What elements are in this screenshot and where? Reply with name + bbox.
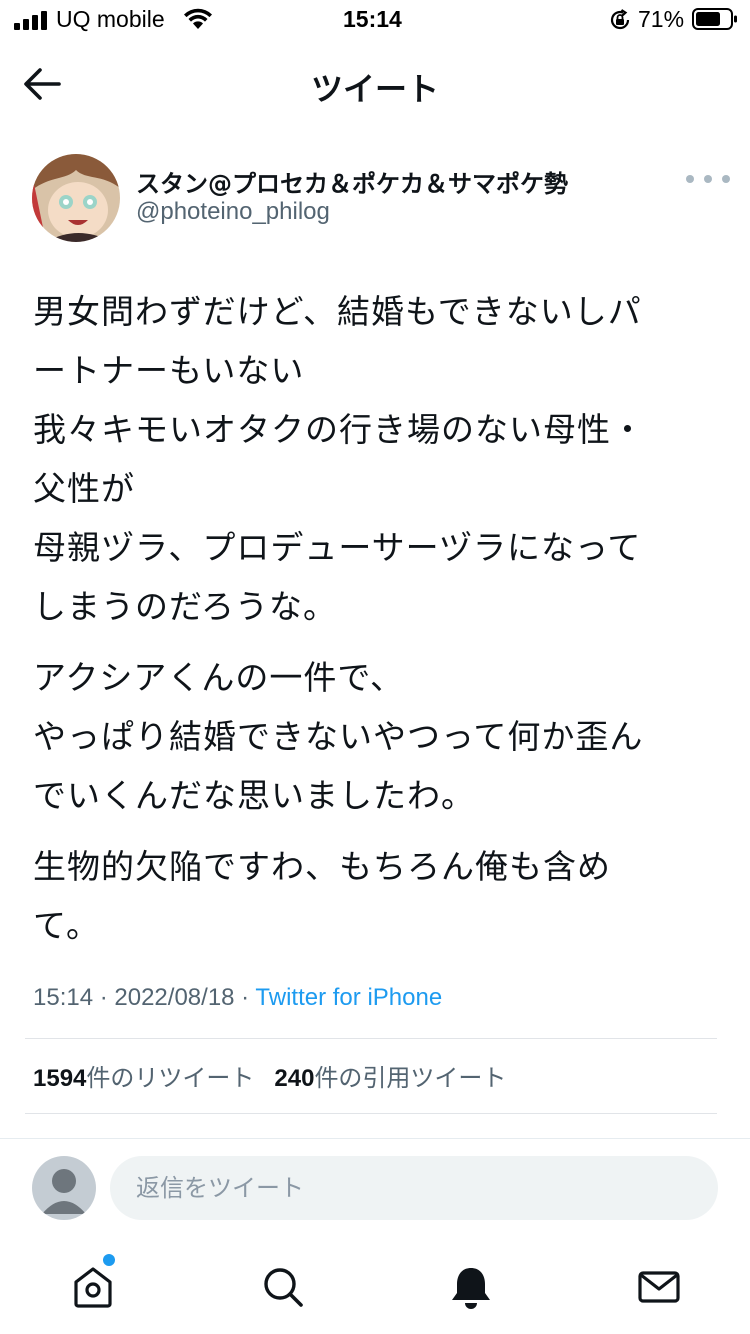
quotes-count: 240 [274,1065,315,1092]
meta-separator: · [234,984,256,1011]
tweet-line: しまうのだろうな。 [33,587,338,626]
author-display-name[interactable]: スタン@プロセカ＆ポケカ＆サマポケ勢 [136,164,568,199]
tweet-line: 父性が [33,469,135,508]
tweet-date: 2022/08/18 [114,984,235,1011]
divider [25,1113,717,1114]
home-icon [74,1267,112,1308]
tweet-line: 我々キモいオタクの行き場のない母性・ [33,410,645,449]
user-avatar[interactable] [32,1156,96,1220]
status-bar: UQ mobile 15:14 71% [0,0,750,40]
quotes-label: 件の引用ツイート [314,1064,507,1092]
meta-separator: · [93,984,115,1011]
orientation-lock-icon [610,9,630,30]
author-handle[interactable]: @photeino_philog [136,198,330,226]
tweet-line: 母親ヅラ、プロデューサーヅラになって [33,528,642,567]
author-avatar[interactable] [32,154,120,242]
tweet-line: 生物的欠陥ですわ、もちろん俺も含め [33,847,611,886]
tab-bar [0,1240,750,1334]
carrier-label: UQ mobile [56,6,165,32]
tweet-text: 男女問わずだけど、結婚もできないしパ ートナーもいない 我々キモいオタクの行き場… [33,282,723,967]
retweets-label: 件のリツイート [86,1064,255,1092]
wifi-icon [184,8,212,29]
reply-input[interactable] [110,1156,718,1220]
divider [0,1138,750,1139]
retweets-stat[interactable]: 1594件のリツイート [33,1064,254,1092]
home-unread-dot [103,1254,115,1266]
tweet-line: ートナーもいない [33,351,305,390]
signal-icon [14,11,47,30]
quotes-stat[interactable]: 240件の引用ツイート [274,1064,506,1092]
tweet-paragraph: アクシアくんの一件で、 やっぱり結婚できないやつって何か歪ん でいくんだな思いま… [33,648,723,825]
battery-percent: 71% [638,6,685,32]
more-options-icon[interactable] [684,170,732,190]
tweet-stats: 1594件のリツイート 240件の引用ツイート [33,1058,506,1093]
tab-search[interactable] [258,1262,308,1312]
battery-icon [692,8,737,30]
tab-notifications[interactable] [446,1262,496,1312]
status-time: 15:14 [343,6,402,32]
nav-header: ツイート [0,44,750,124]
tab-messages[interactable] [634,1262,684,1312]
tweet-line: て。 [33,906,101,945]
retweets-count: 1594 [33,1065,87,1092]
tweet-source-link[interactable]: Twitter for iPhone [255,984,442,1011]
tweet-line: でいくんだな思いましたわ。 [33,776,475,815]
notifications-bell-icon [452,1268,490,1309]
divider [25,1038,717,1039]
tweet-line: 男女問わずだけど、結婚もできないしパ [33,292,642,331]
tweet-line: アクシアくんの一件で、 [33,658,405,697]
tweet-meta: 15:14 · 2022/08/18 · Twitter for iPhone [33,984,442,1012]
tweet-paragraph: 生物的欠陥ですわ、もちろん俺も含め て。 [33,837,723,955]
messages-envelope-icon [638,1271,680,1303]
tab-home[interactable] [68,1262,118,1312]
tweet-paragraph: 男女問わずだけど、結婚もできないしパ ートナーもいない 我々キモいオタクの行き場… [33,282,723,636]
page-title: ツイート [310,70,439,108]
tweet-line: やっぱり結婚できないやつって何か歪ん [33,717,644,756]
search-icon [264,1268,303,1307]
tweet-time: 15:14 [33,984,94,1011]
